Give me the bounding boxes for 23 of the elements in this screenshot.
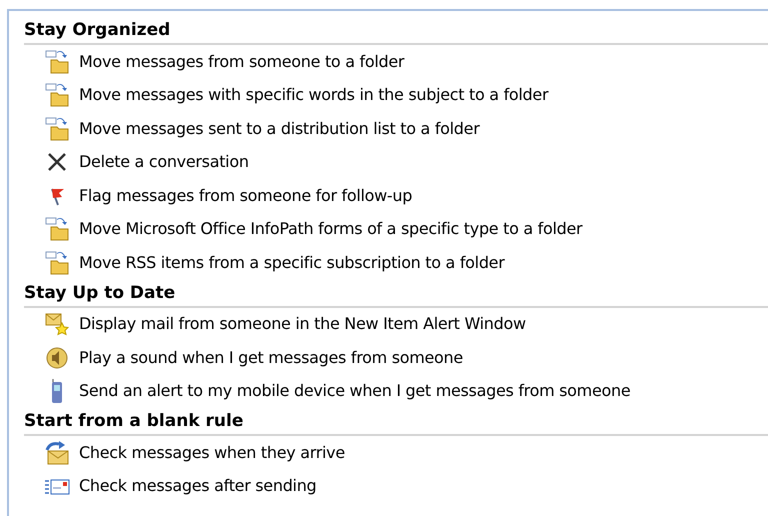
- rule-template-item[interactable]: Delete a conversation: [79, 150, 249, 174]
- rule-template-item[interactable]: Move messages sent to a distribution list to a folder: [79, 116, 480, 141]
- section-heading: Stay Up to Date: [24, 280, 768, 308]
- rule-template-item[interactable]: Move RSS items from a specific subscription to a folder: [79, 250, 504, 275]
- folder-move-icon: [44, 250, 70, 276]
- rule-template-item[interactable]: Move Microsoft Office InfoPath forms of a specific type to a folder: [79, 217, 582, 242]
- section-heading: Start from a blank rule: [24, 408, 768, 436]
- folder-move-icon: [44, 82, 70, 108]
- envelope-star-icon: [44, 311, 70, 338]
- rule-template-item[interactable]: Display mail from someone in the New Item Alert Window: [79, 312, 526, 336]
- rule-template-item[interactable]: Move messages from someone to a folder: [79, 50, 404, 74]
- speaker-icon: [44, 344, 70, 371]
- rule-template-item[interactable]: Check messages when they arrive: [79, 440, 345, 465]
- rule-template-item[interactable]: Move messages with specific words in the subject to a folder: [79, 83, 548, 108]
- section-heading: Stay Organized: [24, 17, 768, 45]
- rule-template-item[interactable]: Send an alert to my mobile device when I get messages from someone: [79, 379, 630, 404]
- rule-template-item[interactable]: Check messages after sending: [79, 474, 316, 498]
- folder-move-icon: [44, 116, 70, 142]
- envelope-arrow-icon: [44, 440, 70, 466]
- folder-move-icon: [44, 48, 70, 75]
- rule-template-item[interactable]: Flag messages from someone for follow-up: [79, 184, 412, 208]
- rule-template-item[interactable]: Play a sound when I get messages from someone: [79, 346, 463, 370]
- folder-move-icon: [44, 216, 70, 242]
